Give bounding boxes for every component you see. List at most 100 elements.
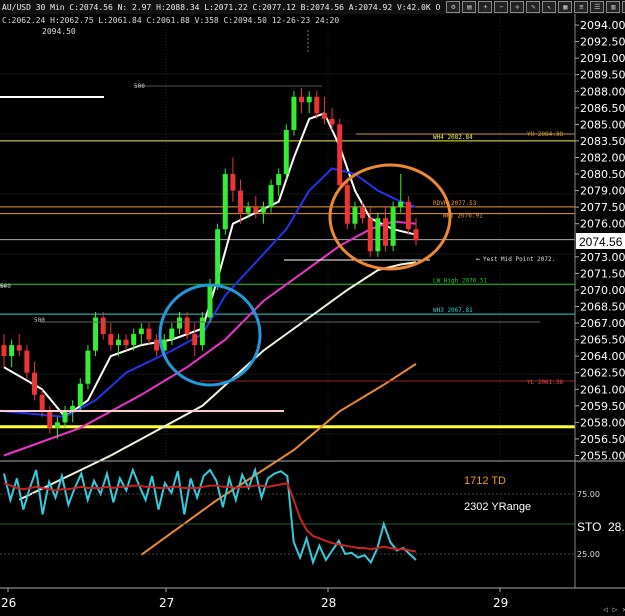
candle-body: [314, 96, 320, 114]
label-500-left: 500: [0, 283, 11, 290]
y-tick-label: 2056.50: [580, 433, 625, 446]
candle-body: [360, 207, 366, 219]
y-tick-label: 2062.50: [580, 367, 625, 380]
candle-body: [382, 218, 388, 246]
x-tick-label: 26: [1, 596, 16, 610]
candle-body: [245, 207, 251, 213]
y-tick-label: 2085.00: [580, 118, 625, 131]
label-500-top: 500: [134, 83, 145, 90]
candle-body: [222, 174, 228, 230]
candle-body: [54, 422, 60, 428]
td-label: 1712 TD: [464, 475, 506, 487]
draw-icon[interactable]: ✎: [526, 1, 541, 13]
candle-body: [413, 229, 419, 241]
layout-icon[interactable]: ▥: [606, 1, 621, 13]
x-tick-label: 28: [321, 596, 336, 610]
y-tick-label: 2061.00: [580, 383, 625, 396]
candle-body: [375, 218, 381, 252]
cursor-icon[interactable]: ↖: [542, 1, 557, 13]
price-info-line: AU/USD 30 Min C:2074.56 N: 2.97 H:2088.3…: [2, 2, 441, 12]
candle-body: [24, 350, 30, 373]
last-price-label: 2074.56: [579, 235, 623, 249]
y-tick-label: 2076.00: [580, 218, 625, 231]
sub-info-value: 2094.50: [42, 27, 76, 36]
crosshair-icon[interactable]: ✛: [510, 1, 525, 13]
candle-body: [329, 118, 335, 125]
level-label: RDVR 2077.53: [433, 200, 477, 207]
candle-body: [77, 383, 83, 406]
list-icon[interactable]: ☰: [590, 1, 605, 13]
candle-body: [260, 207, 266, 213]
y-tick-label: 2094.00: [580, 19, 625, 32]
candle-body: [85, 350, 91, 384]
sub-info-line: C:2062.24 H:2062.75 L:2061.84 C:2061.88 …: [2, 16, 339, 25]
y-tick-label: 2065.50: [580, 334, 625, 347]
candle-body: [146, 328, 152, 340]
candle-body: [16, 345, 22, 351]
candle-body: [47, 411, 53, 428]
config-icon[interactable]: ≡: [574, 1, 589, 13]
left-arrow-icon: ←: [476, 255, 480, 263]
y-tick-label: 2077.50: [580, 201, 625, 214]
level-label: WH4 2082.84: [433, 134, 473, 141]
chart-type-icon[interactable]: ▤: [462, 1, 477, 13]
candle-body: [154, 339, 160, 351]
candle-body: [100, 317, 106, 335]
level-label: WH3 2067.81: [433, 307, 473, 314]
y-tick-label: 2079.00: [580, 185, 625, 198]
candle-body: [390, 207, 396, 246]
yrange-label: 2302 YRange: [464, 501, 531, 513]
candle-body: [405, 201, 411, 230]
label-500-mid: 500: [34, 317, 45, 324]
stoch-tick-label: 25.00: [577, 550, 600, 559]
y-tick-label: 2059.50: [580, 400, 625, 413]
y-tick-label: 2088.00: [580, 85, 625, 98]
stoch-tick-label: 75.00: [577, 490, 600, 499]
candle-body: [352, 207, 358, 224]
yest-mid-label: Yest Mid Point 2072.: [483, 256, 555, 263]
candle-body: [344, 185, 350, 224]
candle-body: [306, 96, 312, 103]
y-tick-label: 2080.50: [580, 168, 625, 181]
stoch-value: 28.: [608, 520, 625, 534]
candle-body: [184, 317, 190, 335]
y-tick-label: 2086.50: [580, 102, 625, 115]
y-tick-label: 2058.00: [580, 416, 625, 429]
zoom-in-icon[interactable]: +: [478, 1, 493, 13]
zoom-out-icon[interactable]: −: [494, 1, 509, 13]
level-label: LW High 2070.51: [433, 277, 488, 284]
y-tick-label: 2091.00: [580, 52, 625, 65]
y-tick-label: 2089.50: [580, 69, 625, 82]
candle-body: [283, 129, 289, 175]
candle-body: [1, 345, 7, 357]
candle-body: [108, 334, 114, 346]
candle-body: [62, 411, 68, 423]
yh-label: YH 2084.38: [527, 131, 564, 138]
yl-label: YL 2061.36: [527, 379, 564, 386]
y-tick-label: 2092.50: [580, 36, 625, 49]
candle-body: [321, 113, 327, 119]
settings-icon[interactable]: ⚙: [446, 1, 461, 13]
candle-body: [115, 339, 121, 346]
candle-body: [169, 328, 175, 340]
x-tick-label: 27: [159, 596, 174, 610]
candle-body: [291, 96, 297, 130]
candle-body: [268, 185, 274, 208]
nav-icons[interactable]: ◁ ▷ ✕: [603, 605, 625, 614]
candle-body: [123, 339, 129, 346]
candle-body: [337, 124, 343, 186]
grid-icon[interactable]: ▦: [558, 1, 573, 13]
candle-body: [215, 229, 221, 285]
chart-canvas[interactable]: C:2062.24 H:2062.75 L:2061.84 C:2061.88 …: [0, 14, 625, 616]
y-tick-label: 2073.00: [580, 251, 625, 264]
candle-body: [39, 394, 45, 412]
y-tick-label: 2067.00: [580, 317, 625, 330]
candle-body: [367, 218, 373, 252]
candle-body: [176, 317, 182, 329]
y-tick-label: 2070.00: [580, 284, 625, 297]
candle-body: [138, 328, 144, 335]
candle-body: [131, 334, 137, 346]
x-tick-label: 29: [493, 596, 508, 610]
candle-body: [207, 284, 213, 318]
toolbar-icons: ⚙ ▤ + − ✛ ✎ ↖ ▦ ≡ ☰ ▥ ▢: [446, 1, 625, 13]
